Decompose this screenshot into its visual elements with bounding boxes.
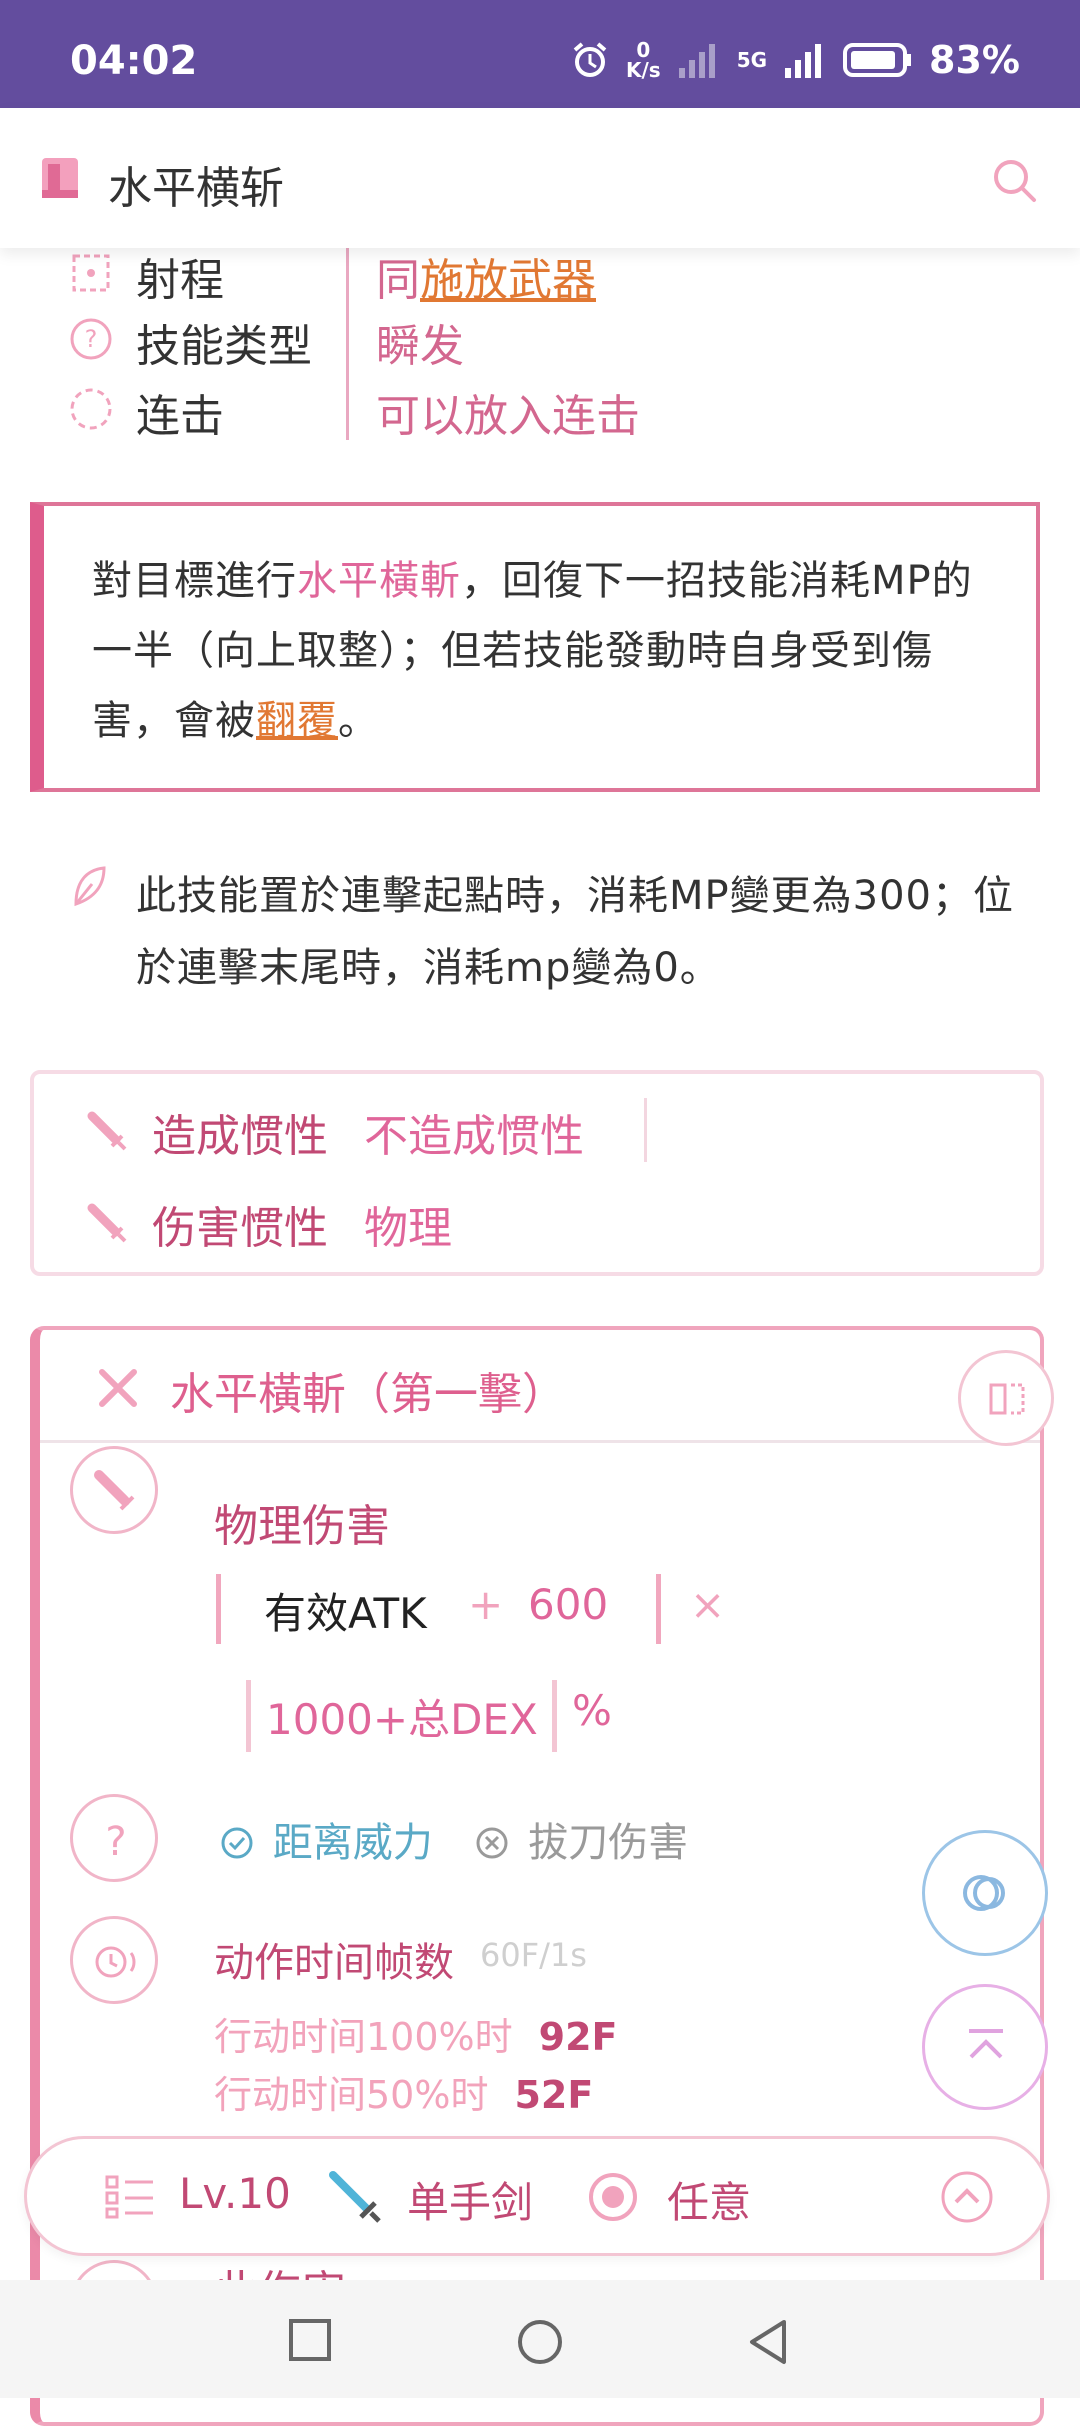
formula-percent: % <box>572 1686 612 1735</box>
back-button[interactable] <box>746 2318 790 2366</box>
weapon-type[interactable]: 单手剑 <box>407 2169 533 2230</box>
formula-atk: 有效ATK <box>264 1589 427 1638</box>
page-title: 水平横斩 <box>108 163 284 214</box>
damage-type-badge <box>70 1446 158 1534</box>
info-value: 可以放入连击 <box>376 391 640 442</box>
battery-percent: 83% <box>929 38 1020 82</box>
info-value: 同施放武器 <box>376 255 596 306</box>
question-icon: ? <box>70 318 112 360</box>
inertia-value: 不造成惯性 <box>364 1111 584 1162</box>
system-nav-bar <box>0 2280 1080 2398</box>
action-time-100: 行动时间100%时 92F <box>214 2015 618 2059</box>
range-icon <box>72 254 110 292</box>
status-icons: 0 K/s 5G 83% <box>570 38 1020 82</box>
leaf-icon <box>74 866 106 907</box>
svg-text:?: ? <box>105 1819 126 1863</box>
question-icon: ? <box>105 1819 126 1863</box>
alarm-icon <box>573 42 607 77</box>
svg-text:?: ? <box>85 325 98 353</box>
status-time: 04:02 <box>70 38 198 84</box>
action-time-50: 行动时间50%时 52F <box>214 2073 594 2117</box>
formula-bracket <box>246 1680 251 1752</box>
formula-constant: 600 <box>528 1580 609 1629</box>
formula-plus: + <box>468 1580 504 1629</box>
network-type: 5G <box>736 48 768 72</box>
inertia-value: 物理 <box>364 1203 452 1254</box>
info-row-range: 射程 同施放武器 <box>0 240 1080 306</box>
formula-bracket <box>656 1574 661 1644</box>
action-time-badge <box>70 1916 158 2004</box>
search-icon[interactable] <box>990 156 1038 204</box>
damage-flags: 距离威力 拔刀伤害 <box>220 1810 688 1868</box>
weapon-link[interactable]: 施放武器 <box>420 255 596 306</box>
formula-times: × <box>690 1580 726 1629</box>
app-bar: 水平横斩 <box>0 108 1080 248</box>
inertia-label: 造成惯性 <box>152 1111 328 1162</box>
home-button[interactable] <box>516 2318 564 2366</box>
list-icon <box>105 2175 153 2219</box>
split-view-button[interactable] <box>958 1350 1054 1446</box>
split-view-icon <box>989 1383 1025 1415</box>
formula-bracket <box>216 1574 221 1644</box>
scroll-top-icon <box>969 2029 1003 2059</box>
target-icon <box>589 2173 637 2221</box>
damage-card-header: 水平橫斬（第一擊） <box>40 1330 1054 1446</box>
chevron-up-icon[interactable] <box>939 2169 995 2225</box>
info-row-combo: 连击 可以放入连击 <box>0 376 1080 442</box>
clock-icon <box>95 1946 136 1978</box>
status-bar: 04:02 0 K/s 5G 83% <box>0 0 1080 108</box>
skill-description: 對目標進行水平橫斬，回復下一招技能消耗MP的一半（向上取整）；但若技能發動時自身… <box>30 502 1040 792</box>
flags-badge: ? <box>70 1794 158 1882</box>
draw-damage-flag: 拔刀伤害 <box>528 1820 689 1866</box>
sword-icon <box>87 1111 127 1151</box>
info-value: 瞬发 <box>376 321 464 372</box>
crossed-swords-icon <box>99 1369 137 1407</box>
info-row-type: ? 技能类型 瞬发 <box>0 306 1080 372</box>
signal-icon <box>678 44 715 78</box>
book-icon <box>42 158 78 198</box>
damage-card-title: 水平橫斬（第一擊） <box>170 1369 566 1420</box>
skill-name-highlight: 水平橫斬 <box>297 558 461 604</box>
recents-button[interactable] <box>288 2318 332 2362</box>
skill-settings-bar[interactable]: Lv.10 单手剑 任意 <box>24 2136 1050 2256</box>
sword-icon <box>94 1470 135 1511</box>
target-type[interactable]: 任意 <box>667 2169 751 2230</box>
combo-icon <box>70 388 112 430</box>
distance-power-flag: 距离威力 <box>272 1820 433 1866</box>
battery-icon <box>843 43 912 77</box>
note-text: 此技能置於連擊起點時，消耗MP變更為300；位於連擊末尾時，消耗mp變為0。 <box>136 873 1014 991</box>
inertia-panel: 造成惯性 不造成惯性 伤害惯性 物理 <box>30 1070 1044 1276</box>
skill-level[interactable]: Lv.10 <box>179 2169 291 2218</box>
overturn-link[interactable]: 翻覆 <box>256 698 338 744</box>
sword-icon <box>87 1203 127 1243</box>
formula-dex: 1000+总DEX <box>266 1695 538 1744</box>
inertia-divider <box>644 1098 647 1162</box>
signal-5g-icon <box>785 44 822 78</box>
check-circle-icon <box>221 1827 253 1859</box>
compare-button[interactable] <box>922 1830 1048 1956</box>
frame-rate: 60F/1s <box>480 1936 587 1974</box>
info-label: 连击 <box>136 391 224 442</box>
damage-card: 水平橫斬（第一擊） 物理伤害 有效ATK + 600 × 1000+总DEX %… <box>30 1326 1054 2426</box>
one-handed-sword-icon <box>329 2171 381 2223</box>
action-time-title: 动作时间帧数 <box>214 1940 454 1986</box>
inertia-label: 伤害惯性 <box>152 1203 328 1254</box>
rings-icon <box>963 1875 1005 1911</box>
info-label: 射程 <box>136 255 224 306</box>
info-label: 技能类型 <box>136 321 312 372</box>
x-circle-icon <box>476 1827 508 1859</box>
damage-type-title: 物理伤害 <box>214 1501 390 1552</box>
description-text: 對目標進行水平橫斬，回復下一招技能消耗MP的一半（向上取整）；但若技能發動時自身… <box>92 558 973 744</box>
scroll-top-button[interactable] <box>922 1984 1048 2110</box>
net-speed: 0 K/s <box>625 38 661 82</box>
formula-bracket <box>552 1680 557 1752</box>
